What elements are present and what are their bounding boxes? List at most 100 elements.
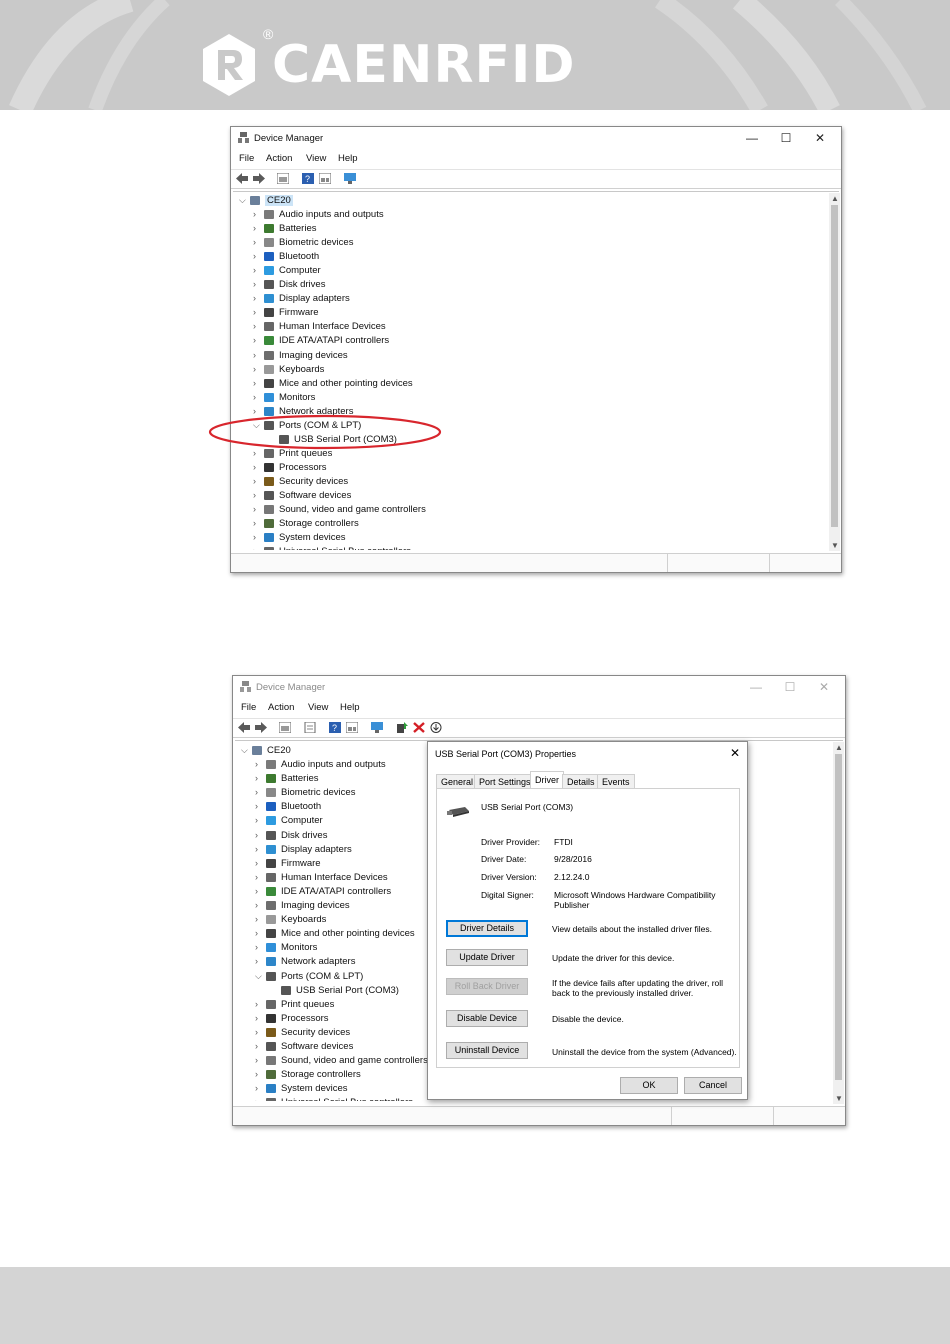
scroll-up-icon[interactable]: ▲ [831,194,839,203]
tab-port-settings[interactable]: Port Settings [474,774,536,789]
forward-arrow-icon[interactable] [255,722,267,733]
chevron-right-icon[interactable]: › [253,462,256,472]
update-driver-button[interactable]: Update Driver [446,949,528,966]
tab-events[interactable]: Events [597,774,635,789]
tab-general[interactable]: General [436,774,479,789]
chevron-down-icon[interactable]: ⌵ [241,745,248,756]
menu-action[interactable]: Action [266,153,292,164]
help-icon[interactable]: ? [302,173,314,184]
menu-view[interactable]: View [306,153,326,164]
chevron-right-icon[interactable]: › [255,928,258,938]
document-icon[interactable] [304,722,316,733]
scan-monitor-icon[interactable] [344,173,356,184]
chevron-down-icon[interactable]: ⌵ [239,195,246,206]
download-circle-icon[interactable] [430,722,442,733]
uninstall-device-button[interactable]: Uninstall Device [446,1042,528,1059]
tab-driver[interactable]: Driver [530,771,564,789]
chevron-right-icon[interactable]: › [255,886,258,896]
chevron-right-icon[interactable]: › [255,999,258,1009]
chevron-right-icon[interactable]: › [253,364,256,374]
tab-details[interactable]: Details [562,774,600,789]
help-icon[interactable]: ? [329,722,341,733]
chevron-right-icon[interactable]: › [255,858,258,868]
chevron-right-icon[interactable]: › [253,321,256,331]
view-grid-icon[interactable] [319,173,331,184]
chevron-right-icon[interactable]: › [253,504,256,514]
chevron-right-icon[interactable]: › [253,532,256,542]
scroll-up-icon[interactable]: ▲ [835,743,843,752]
update-driver-icon[interactable] [396,722,408,733]
chevron-right-icon[interactable]: › [253,335,256,345]
minimize-button[interactable]: — [735,129,769,147]
chevron-right-icon[interactable]: › [253,546,256,550]
chevron-right-icon[interactable]: › [255,1069,258,1079]
chevron-right-icon[interactable]: › [255,1055,258,1065]
chevron-right-icon[interactable]: › [255,759,258,769]
chevron-right-icon[interactable]: › [253,307,256,317]
view-grid-icon[interactable] [346,722,358,733]
chevron-right-icon[interactable]: › [255,1013,258,1023]
chevron-right-icon[interactable]: › [253,209,256,219]
usb-serial-device-icon [447,807,469,817]
chevron-right-icon[interactable]: › [255,1097,258,1101]
menu-action[interactable]: Action [268,702,294,713]
chevron-right-icon[interactable]: › [253,490,256,500]
chevron-right-icon[interactable]: › [253,279,256,289]
cancel-button[interactable]: Cancel [684,1077,742,1094]
chevron-right-icon[interactable]: › [253,265,256,275]
update-driver-desc: Update the driver for this device. [552,953,675,963]
back-arrow-icon[interactable] [236,173,248,184]
vertical-scrollbar[interactable]: ▲ ▼ [833,742,844,1104]
chevron-right-icon[interactable]: › [255,1041,258,1051]
chevron-down-icon[interactable]: ⌵ [255,971,262,982]
minimize-button[interactable]: — [739,678,773,696]
chevron-right-icon[interactable]: › [255,900,258,910]
close-button[interactable]: ✕ [803,129,837,147]
chevron-right-icon[interactable]: › [253,476,256,486]
chevron-right-icon[interactable]: › [255,1083,258,1093]
chevron-right-icon[interactable]: › [253,350,256,360]
menu-file[interactable]: File [241,702,256,713]
chevron-right-icon[interactable]: › [255,914,258,924]
chevron-right-icon[interactable]: › [253,392,256,402]
chevron-right-icon[interactable]: › [255,844,258,854]
scroll-down-icon[interactable]: ▼ [835,1094,843,1103]
dialog-close-button[interactable]: ✕ [730,746,740,760]
chevron-right-icon[interactable]: › [255,956,258,966]
chevron-right-icon[interactable]: › [253,378,256,388]
chevron-right-icon[interactable]: › [255,830,258,840]
properties-grid-icon[interactable] [277,173,289,184]
scroll-down-icon[interactable]: ▼ [831,541,839,550]
ok-button[interactable]: OK [620,1077,678,1094]
chevron-right-icon[interactable]: › [253,237,256,247]
maximize-button[interactable]: ☐ [773,678,807,696]
scan-monitor-icon[interactable] [371,722,383,733]
chevron-right-icon[interactable]: › [255,942,258,952]
chevron-right-icon[interactable]: › [253,251,256,261]
forward-arrow-icon[interactable] [253,173,265,184]
scroll-thumb[interactable] [831,205,838,527]
menu-help[interactable]: Help [338,153,358,164]
menu-view[interactable]: View [308,702,328,713]
chevron-right-icon[interactable]: › [253,518,256,528]
properties-grid-icon[interactable] [279,722,291,733]
chevron-right-icon[interactable]: › [255,787,258,797]
close-button[interactable]: ✕ [807,678,841,696]
chevron-right-icon[interactable]: › [255,801,258,811]
uninstall-x-icon[interactable] [413,722,425,733]
chevron-right-icon[interactable]: › [253,223,256,233]
chevron-right-icon[interactable]: › [255,872,258,882]
vertical-scrollbar[interactable]: ▲ ▼ [829,193,840,551]
maximize-button[interactable]: ☐ [769,129,803,147]
disable-device-button[interactable]: Disable Device [446,1010,528,1027]
chevron-right-icon[interactable]: › [253,293,256,303]
menu-file[interactable]: File [239,153,254,164]
menu-help[interactable]: Help [340,702,360,713]
driver-details-button[interactable]: Driver Details [446,920,528,937]
roll-back-driver-button[interactable]: Roll Back Driver [446,978,528,995]
chevron-right-icon[interactable]: › [255,1027,258,1037]
back-arrow-icon[interactable] [238,722,250,733]
chevron-right-icon[interactable]: › [255,815,258,825]
scroll-thumb[interactable] [835,754,842,1080]
chevron-right-icon[interactable]: › [255,773,258,783]
